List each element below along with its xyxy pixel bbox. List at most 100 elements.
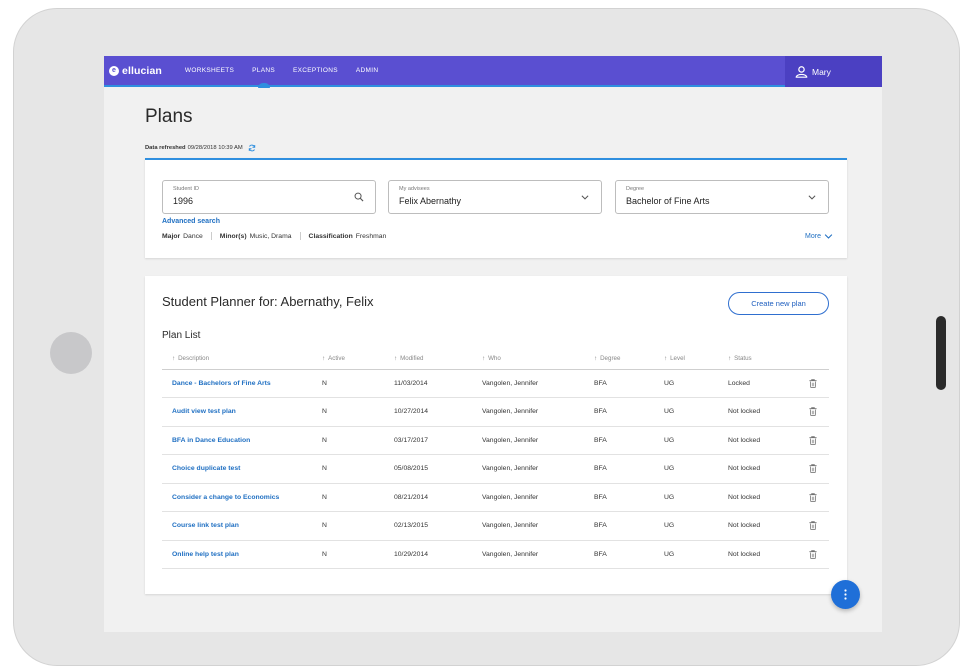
- cell-who: Vangolen, Jennifer: [482, 454, 594, 484]
- cell-active: N: [322, 369, 394, 398]
- trash-icon[interactable]: [808, 464, 817, 474]
- cell-modified: 05/08/2015: [394, 454, 482, 484]
- search-icon[interactable]: [354, 192, 364, 202]
- user-menu[interactable]: Mary: [785, 56, 882, 87]
- nav-worksheets[interactable]: WORKSHEETS: [176, 56, 243, 86]
- cell-status: Not locked: [728, 426, 796, 455]
- student-id-field[interactable]: Student ID 1996: [162, 180, 376, 214]
- major-label: Major: [162, 232, 181, 240]
- column-header-description[interactable]: ↑ Description: [162, 349, 322, 370]
- cell-description[interactable]: Consider a change to Economics: [162, 483, 322, 512]
- data-refreshed-text: Data refreshed 09/28/2018 10:39 AM: [145, 144, 256, 152]
- column-header-degree[interactable]: ↑ Degree: [594, 349, 664, 370]
- cell-description[interactable]: BFA in Dance Education: [162, 426, 322, 455]
- cell-active: N: [322, 454, 394, 484]
- cell-status: Not locked: [728, 454, 796, 484]
- cell-level: UG: [664, 483, 728, 512]
- more-label: More: [805, 233, 821, 240]
- sort-arrow-icon: ↑: [728, 355, 732, 363]
- delete-plan-button[interactable]: [796, 483, 829, 512]
- sort-arrow-icon: ↑: [322, 355, 326, 363]
- column-header-modified[interactable]: ↑ Modified: [394, 349, 482, 370]
- cell-degree: BFA: [594, 426, 664, 455]
- table-row[interactable]: Dance - Bachelors of Fine Arts N 11/03/201…: [162, 369, 829, 398]
- nav-exceptions[interactable]: EXCEPTIONS: [284, 56, 347, 86]
- cell-description[interactable]: Course link test plan: [162, 511, 322, 541]
- table-row[interactable]: Audit view test plan N 10/27/2014 Vangolen,…: [162, 397, 829, 427]
- column-header-level[interactable]: ↑ Level: [664, 349, 728, 370]
- table-row[interactable]: BFA in Dance Education N 03/17/2017 Vangole…: [162, 426, 829, 455]
- logo-text: ellucian: [122, 64, 162, 77]
- delete-plan-button[interactable]: [796, 454, 829, 484]
- create-new-plan-button[interactable]: Create new plan: [728, 292, 829, 315]
- sort-arrow-icon: ↑: [664, 355, 668, 363]
- trash-icon[interactable]: [808, 378, 817, 388]
- cell-modified: 11/03/2014: [394, 369, 482, 398]
- cell-description[interactable]: Audit view test plan: [162, 397, 322, 427]
- table-row[interactable]: Course link test plan N 02/13/2015 Vangolen…: [162, 511, 829, 541]
- cell-level: UG: [664, 369, 728, 398]
- delete-plan-button[interactable]: [796, 397, 829, 427]
- cell-degree: BFA: [594, 511, 664, 541]
- plan-list-table: ↑ Description ↑ Active ↑ Modified ↑ Who ↑ Deg…: [162, 349, 829, 569]
- minor-label: Minor(s): [219, 232, 247, 240]
- chevron-down-icon: [581, 195, 589, 200]
- advisees-label: My advisees: [399, 186, 430, 192]
- cell-status: Not locked: [728, 540, 796, 569]
- trash-icon[interactable]: [808, 492, 817, 502]
- nav-plans[interactable]: PLANS: [243, 56, 284, 88]
- app-screen: e ellucian WORKSHEETS PLANS EXCEPTIONS A…: [104, 56, 882, 632]
- advanced-search-link[interactable]: Advanced search: [162, 218, 220, 225]
- cell-status: Not locked: [728, 483, 796, 512]
- cell-modified: 10/29/2014: [394, 540, 482, 569]
- refresh-icon[interactable]: [248, 144, 256, 152]
- trash-icon[interactable]: [808, 407, 817, 417]
- divider: [210, 232, 212, 240]
- ellucian-logo-icon: e: [109, 65, 119, 76]
- trash-icon[interactable]: [808, 521, 817, 531]
- ellucian-logo[interactable]: e ellucian: [109, 65, 162, 77]
- student-filter-card: Student ID 1996 My advisees Felix Aberna…: [145, 158, 847, 258]
- sort-arrow-icon: ↑: [172, 355, 176, 363]
- nav-admin[interactable]: ADMIN: [347, 56, 387, 86]
- cell-status: Not locked: [728, 397, 796, 427]
- cell-who: Vangolen, Jennifer: [482, 369, 594, 398]
- cell-degree: BFA: [594, 483, 664, 512]
- refreshed-value: 09/28/2018 10:39 AM: [187, 145, 243, 151]
- table-row[interactable]: Online help test plan N 10/29/2014 Vangolen…: [162, 540, 829, 569]
- cell-modified: 03/17/2017: [394, 426, 482, 455]
- cell-description[interactable]: Dance - Bachelors of Fine Arts: [162, 369, 322, 398]
- degree-select[interactable]: Degree Bachelor of Fine Arts: [615, 180, 829, 214]
- table-row[interactable]: Consider a change to Economics N 08/21/201…: [162, 483, 829, 512]
- delete-plan-button[interactable]: [796, 426, 829, 455]
- column-header-who[interactable]: ↑ Who: [482, 349, 594, 370]
- delete-plan-button[interactable]: [796, 540, 829, 569]
- chevron-down-icon: [824, 234, 833, 239]
- column-header-active[interactable]: ↑ Active: [322, 349, 394, 370]
- more-actions-fab[interactable]: [831, 580, 860, 609]
- cell-degree: BFA: [594, 454, 664, 484]
- delete-plan-button[interactable]: [796, 511, 829, 541]
- table-row[interactable]: Choice duplicate test N 05/08/2015 Vangolen…: [162, 454, 829, 484]
- cell-description[interactable]: Choice duplicate test: [162, 454, 322, 484]
- cell-level: UG: [664, 397, 728, 427]
- minor-value: Music, Drama: [249, 232, 292, 240]
- cell-who: Vangolen, Jennifer: [482, 397, 594, 427]
- cell-who: Vangolen, Jennifer: [482, 511, 594, 541]
- column-header-status[interactable]: ↑ Status: [728, 349, 796, 370]
- cell-level: UG: [664, 540, 728, 569]
- cell-status: Locked: [728, 369, 796, 398]
- trash-icon[interactable]: [808, 435, 817, 445]
- cell-active: N: [322, 511, 394, 541]
- cell-description[interactable]: Online help test plan: [162, 540, 322, 569]
- cell-degree: BFA: [594, 369, 664, 398]
- more-toggle[interactable]: More: [805, 233, 833, 240]
- degree-label: Degree: [626, 186, 645, 192]
- more-vertical-icon: [844, 589, 847, 600]
- divider: [299, 232, 301, 240]
- delete-plan-button[interactable]: [796, 369, 829, 398]
- nav-items: WORKSHEETS PLANS EXCEPTIONS ADMIN: [176, 56, 387, 88]
- my-advisees-select[interactable]: My advisees Felix Abernathy: [388, 180, 602, 214]
- student-info-row: Major Dance Minor(s) Music, Drama Classi…: [162, 232, 394, 240]
- trash-icon[interactable]: [808, 549, 817, 559]
